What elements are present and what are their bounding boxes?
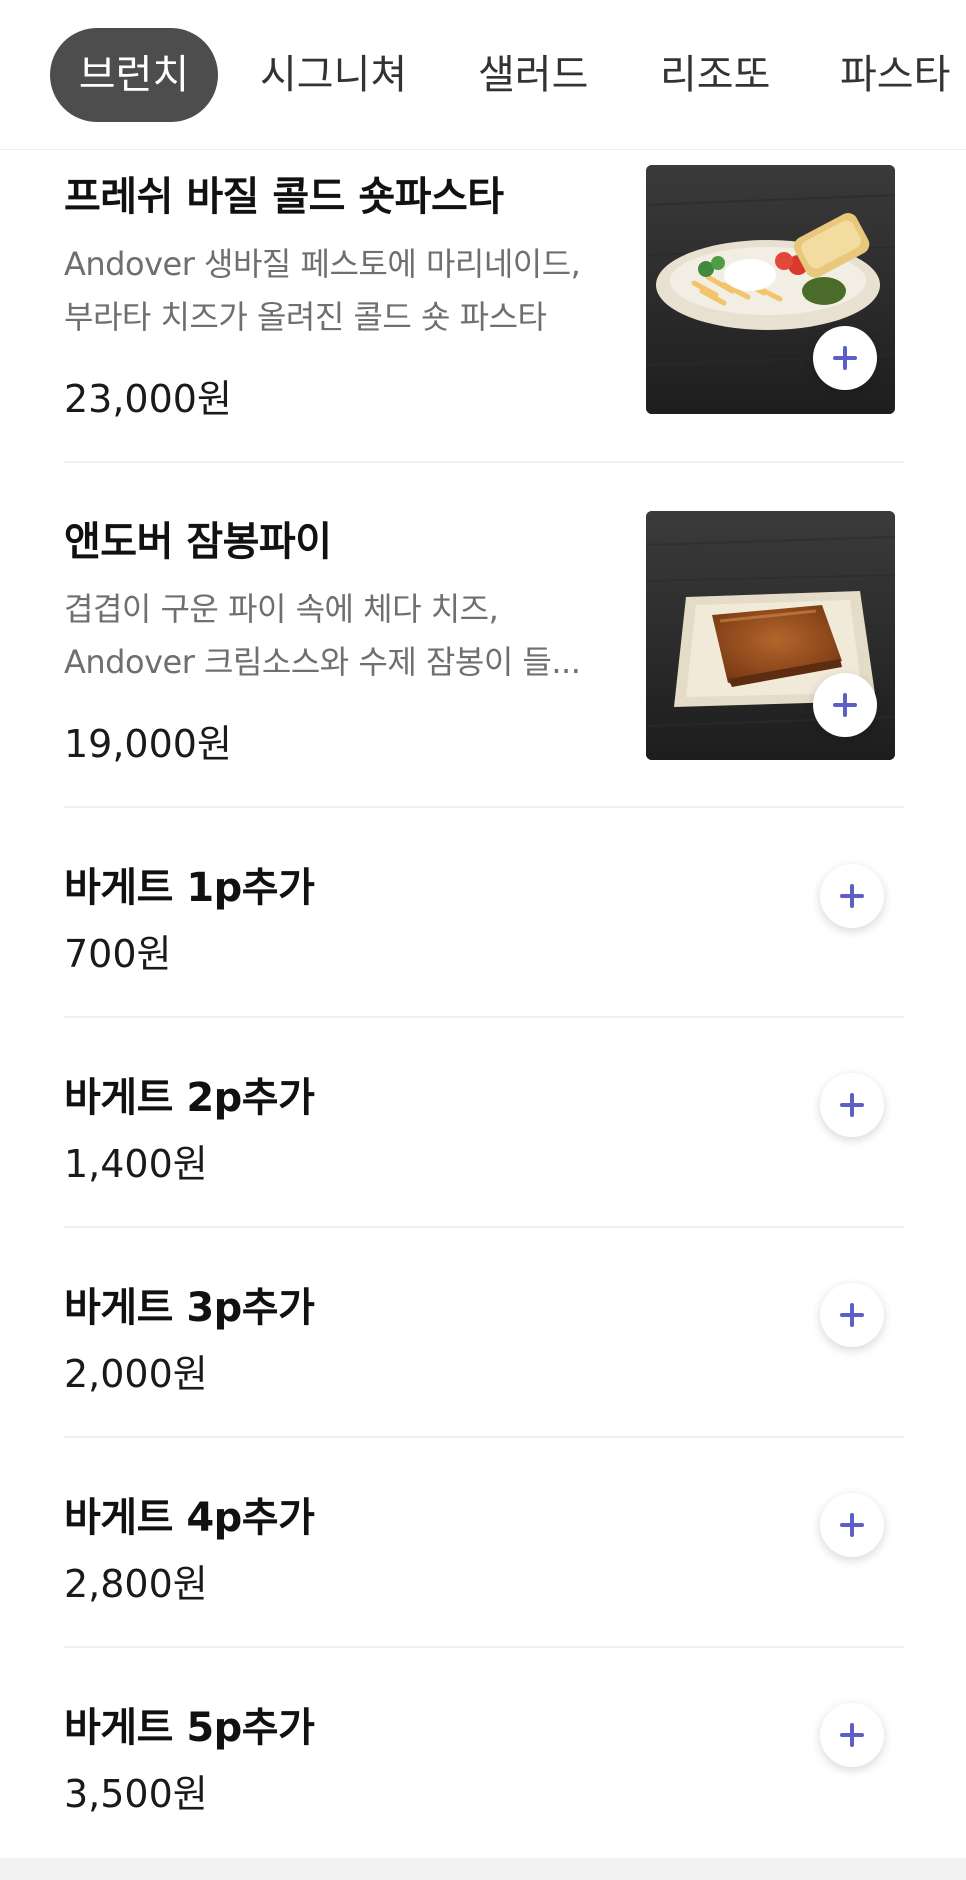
description-line: Andover 생바질 페스토에 마리네이드, bbox=[64, 245, 581, 283]
menu-item-description: Andover 생바질 페스토에 마리네이드, 부라타 치즈가 올려진 콜드 숏… bbox=[64, 238, 624, 344]
divider bbox=[64, 1226, 904, 1228]
menu-item-baguette-3p[interactable]: 바게트 3p추가 2,000원 bbox=[64, 1275, 904, 1396]
menu-item-description: 겹겹이 구운 파이 속에 체다 치즈, Andover 크림소스와 수제 잠봉이… bbox=[64, 583, 624, 689]
divider bbox=[64, 1646, 904, 1648]
plus-icon bbox=[843, 693, 847, 717]
menu-item-baguette-2p[interactable]: 바게트 2p추가 1,400원 bbox=[64, 1065, 904, 1186]
menu-item-name: 바게트 4p추가 bbox=[64, 1495, 315, 1541]
menu-item-price: 23,000원 bbox=[64, 377, 232, 421]
tab-pasta[interactable]: 파스타 bbox=[840, 28, 950, 122]
plus-icon bbox=[843, 346, 847, 370]
menu-item-name: 바게트 1p추가 bbox=[64, 865, 315, 911]
tab-risotto[interactable]: 리조또 bbox=[660, 28, 770, 122]
menu-item-baguette-5p[interactable]: 바게트 5p추가 3,500원 bbox=[64, 1695, 904, 1816]
description-line: Andover 크림소스와 수제 잠봉이 들... bbox=[64, 643, 581, 681]
divider bbox=[64, 806, 904, 808]
menu-item-price: 700원 bbox=[64, 932, 172, 976]
add-jambon-pie-button[interactable] bbox=[813, 673, 877, 737]
add-baguette-1p-button[interactable] bbox=[820, 864, 884, 928]
menu-item-name: 앤도버 잠봉파이 bbox=[64, 519, 332, 565]
tab-brunch[interactable]: 브런치 bbox=[50, 28, 218, 122]
add-cold-pasta-button[interactable] bbox=[813, 326, 877, 390]
add-baguette-5p-button[interactable] bbox=[820, 1703, 884, 1767]
add-baguette-4p-button[interactable] bbox=[820, 1493, 884, 1557]
menu-item-price: 2,000원 bbox=[64, 1352, 208, 1396]
divider bbox=[64, 1436, 904, 1438]
menu-item-name: 바게트 2p추가 bbox=[64, 1075, 315, 1121]
divider bbox=[64, 1016, 904, 1018]
plus-icon bbox=[850, 1723, 854, 1747]
description-line: 부라타 치즈가 올려진 콜드 숏 파스타 bbox=[64, 298, 547, 336]
menu-item-name: 바게트 3p추가 bbox=[64, 1285, 315, 1331]
menu-item-price: 1,400원 bbox=[64, 1142, 208, 1186]
add-baguette-3p-button[interactable] bbox=[820, 1283, 884, 1347]
plus-icon bbox=[850, 1093, 854, 1117]
plus-icon bbox=[850, 1303, 854, 1327]
menu-item-price: 2,800원 bbox=[64, 1562, 208, 1606]
menu-item-price: 3,500원 bbox=[64, 1772, 208, 1816]
plus-icon bbox=[850, 1513, 854, 1537]
menu-item-price: 19,000원 bbox=[64, 722, 232, 766]
category-tab-bar: 브런치 시그니쳐 샐러드 리조또 파스타 bbox=[0, 0, 966, 150]
add-baguette-2p-button[interactable] bbox=[820, 1073, 884, 1137]
menu-item-name: 프레쉬 바질 콜드 숏파스타 bbox=[64, 174, 504, 220]
tab-salad[interactable]: 샐러드 bbox=[478, 28, 588, 122]
menu-item-baguette-1p[interactable]: 바게트 1p추가 700원 bbox=[64, 855, 904, 976]
description-line: 겹겹이 구운 파이 속에 체다 치즈, bbox=[64, 590, 499, 628]
divider bbox=[64, 461, 904, 463]
menu-item-baguette-4p[interactable]: 바게트 4p추가 2,800원 bbox=[64, 1485, 904, 1606]
plus-icon bbox=[850, 884, 854, 908]
menu-item-name: 바게트 5p추가 bbox=[64, 1705, 315, 1751]
bottom-bar-edge bbox=[0, 1858, 966, 1880]
tab-signature[interactable]: 시그니쳐 bbox=[260, 28, 407, 122]
